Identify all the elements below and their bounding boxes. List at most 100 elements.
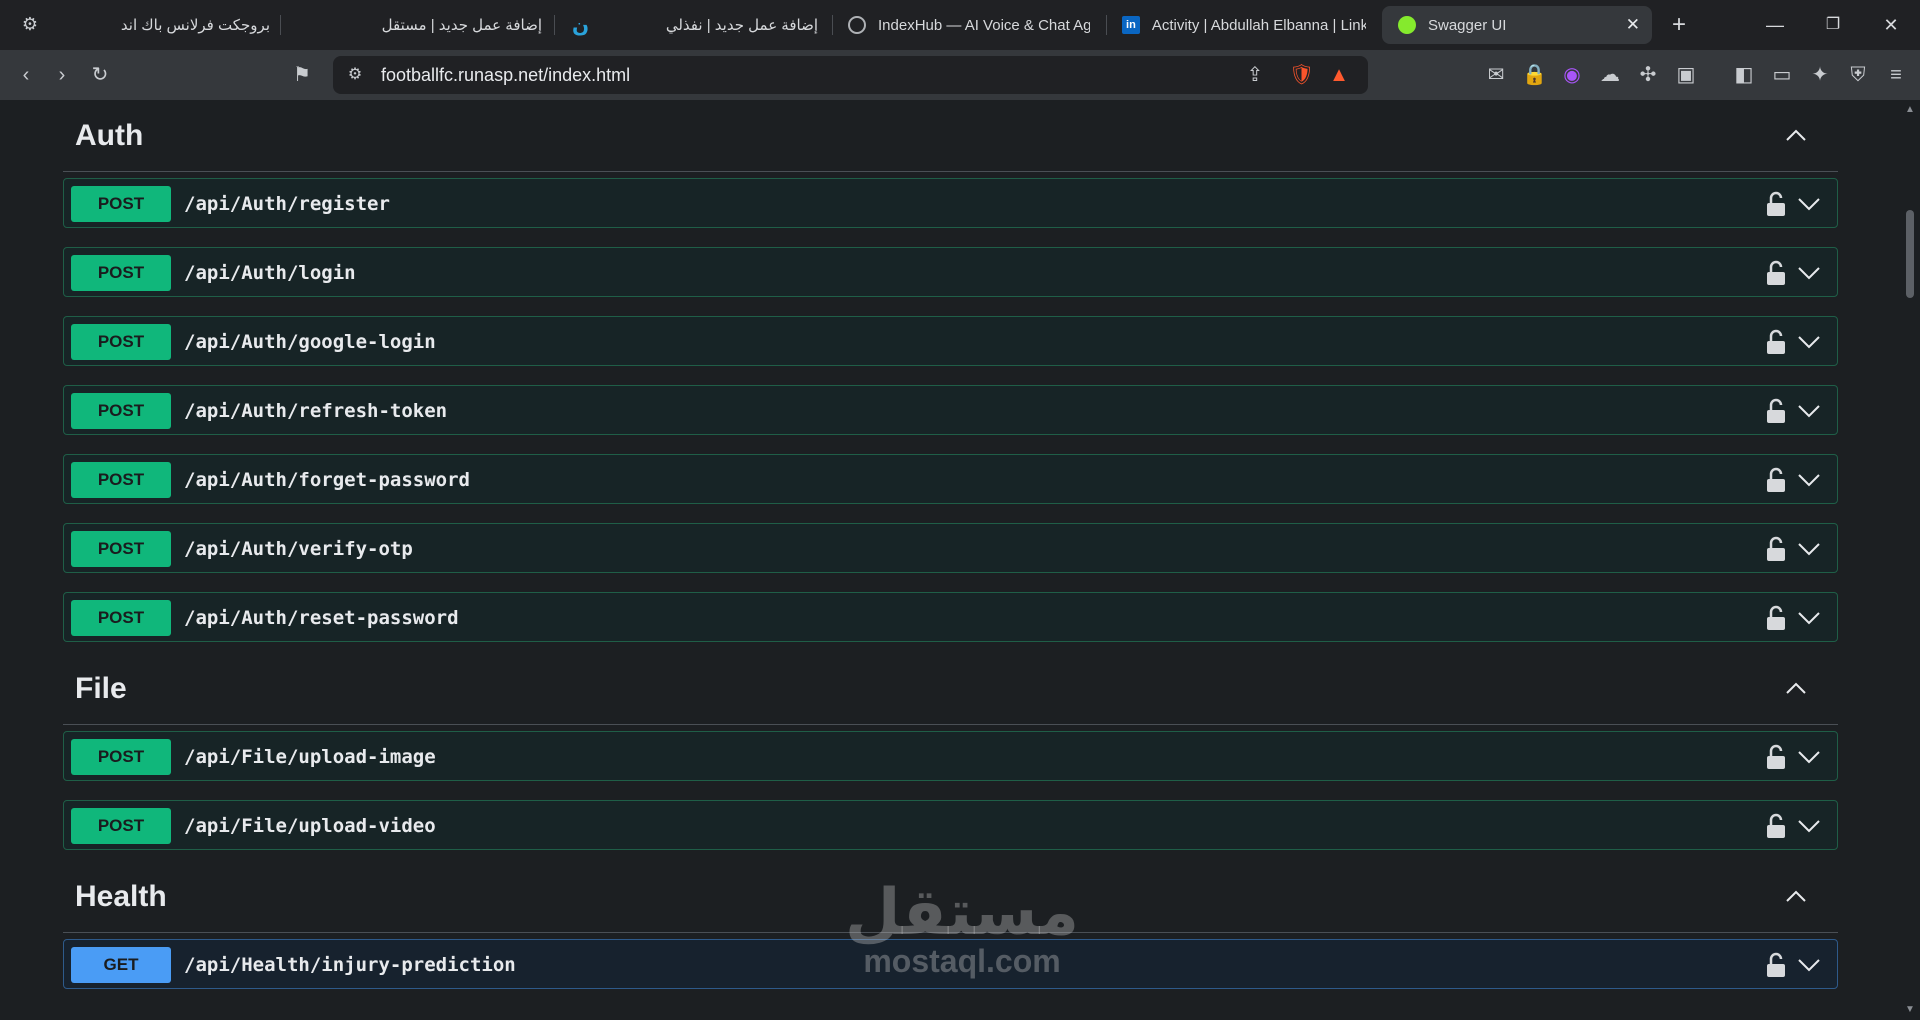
leo-ai-icon[interactable]: ✦ (1808, 63, 1832, 87)
mail-icon[interactable]: ✉ (1484, 63, 1508, 87)
chevron-down-icon[interactable] (1797, 746, 1821, 768)
chevron-down-icon[interactable] (1797, 469, 1821, 491)
unlocked-icon[interactable] (1765, 744, 1787, 770)
operation-row[interactable]: POST /api/Auth/login (63, 247, 1838, 297)
unlocked-icon[interactable] (1765, 813, 1787, 839)
operation-row[interactable]: POST /api/Auth/verify-otp (63, 523, 1838, 573)
operation-path: /api/Auth/login (184, 262, 356, 284)
scroll-down-icon[interactable]: ▼ (1904, 1004, 1916, 1015)
operation-row[interactable]: POST /api/File/upload-video (63, 800, 1838, 850)
operation-path: /api/Auth/forget-password (184, 469, 470, 491)
chevron-down-icon[interactable] (1797, 262, 1821, 284)
tab-title: إضافة عمل جديد | نفذلي (665, 17, 818, 34)
operation-path: /api/Auth/refresh-token (184, 400, 448, 422)
extension-cloud-icon[interactable]: ☁ (1598, 63, 1622, 87)
operation-path: /api/File/upload-image (184, 746, 436, 768)
unlocked-icon[interactable] (1765, 398, 1787, 424)
tab-linkedin[interactable]: in Activity | Abdullah Elbanna | Link (1122, 6, 1366, 44)
operation-row[interactable]: POST /api/Auth/register (63, 178, 1838, 228)
method-badge: POST (71, 531, 171, 567)
tab-title: Swagger UI (1428, 16, 1507, 34)
unlocked-icon[interactable] (1765, 191, 1787, 217)
tab-title: بروجكت فرلانس باك اند (120, 17, 270, 34)
chevron-down-icon[interactable] (1797, 331, 1821, 353)
chevron-up-icon[interactable] (1784, 677, 1808, 701)
forward-icon[interactable]: › (50, 63, 74, 87)
maximize-icon[interactable]: ❐ (1818, 10, 1848, 40)
tab-strip: ⚙ بروجكت فرلانس باك اند إضافة عمل جديد |… (0, 0, 1920, 50)
section-header-file[interactable]: File (63, 653, 1838, 725)
scroll-thumb[interactable] (1906, 210, 1914, 298)
operation-path: /api/Health/injury-prediction (184, 954, 516, 976)
brave-shields-icon[interactable]: 🛡 (1289, 63, 1314, 87)
brave-rewards-icon[interactable]: ▲ (1327, 63, 1351, 87)
tab-title: IndexHub — AI Voice & Chat Ag (878, 16, 1090, 34)
unlocked-icon[interactable] (1765, 260, 1787, 286)
chevron-down-icon[interactable] (1797, 815, 1821, 837)
share-icon[interactable]: ⇪ (1243, 63, 1267, 87)
back-icon[interactable]: ‹ (14, 63, 38, 87)
chevron-up-icon[interactable] (1784, 124, 1808, 148)
extensions-puzzle-icon[interactable]: ✣ (1636, 63, 1660, 87)
site-settings-icon[interactable]: ⚙ (343, 63, 367, 87)
tab-separator (832, 15, 833, 35)
method-badge: POST (71, 462, 171, 498)
operation-row[interactable]: POST /api/Auth/forget-password (63, 454, 1838, 504)
nafezly-icon: ن (572, 15, 590, 37)
operation-row[interactable]: POST /api/Auth/reset-password (63, 592, 1838, 642)
section-header-auth[interactable]: Auth (63, 100, 1838, 172)
method-badge: POST (71, 255, 171, 291)
section-title: Health (75, 880, 167, 913)
section-title: Auth (75, 119, 144, 152)
operation-row[interactable]: POST /api/Auth/refresh-token (63, 385, 1838, 435)
chevron-down-icon[interactable] (1797, 400, 1821, 422)
unlocked-icon[interactable] (1765, 329, 1787, 355)
swagger-icon (1398, 16, 1416, 34)
wallet-icon[interactable]: ▭ (1770, 63, 1794, 87)
password-lock-icon[interactable]: 🔒 (1522, 63, 1547, 87)
unlocked-icon[interactable] (1765, 952, 1787, 978)
chevron-down-icon[interactable] (1797, 607, 1821, 629)
minimize-icon[interactable]: — (1760, 10, 1790, 40)
address-bar[interactable]: ⚙ footballfc.runasp.net/index.html ⇪ 🛡 ▲ (333, 56, 1368, 94)
new-tab-icon[interactable]: + (1664, 10, 1694, 40)
tab-nafezly[interactable]: إضافة عمل جديد | نفذلي (650, 6, 818, 44)
tab-mostaql[interactable]: إضافة عمل جديد | مستقل (370, 6, 542, 44)
operation-path: /api/Auth/google-login (184, 331, 436, 353)
method-badge: POST (71, 186, 171, 222)
tab-separator (1106, 15, 1107, 35)
page-scrollbar[interactable]: ▲ ▼ (1900, 100, 1920, 1020)
openai-icon: ⚙ (21, 14, 39, 34)
operation-path: /api/Auth/register (184, 193, 390, 215)
close-window-icon[interactable]: ✕ (1876, 10, 1906, 40)
unlocked-icon[interactable] (1765, 536, 1787, 562)
tab-title: Activity | Abdullah Elbanna | Link (1151, 16, 1366, 34)
reload-icon[interactable]: ↻ (88, 63, 112, 87)
chevron-up-icon[interactable] (1784, 885, 1808, 909)
chevron-down-icon[interactable] (1797, 954, 1821, 976)
close-tab-icon[interactable]: ✕ (1626, 15, 1640, 35)
unlocked-icon[interactable] (1765, 467, 1787, 493)
chevron-down-icon[interactable] (1797, 193, 1821, 215)
menu-icon[interactable]: ≡ (1884, 63, 1908, 87)
chevron-down-icon[interactable] (1797, 538, 1821, 560)
tab-indexhub[interactable]: IndexHub — AI Voice & Chat Ag (848, 6, 1090, 44)
method-badge: POST (71, 600, 171, 636)
operation-row[interactable]: POST /api/Auth/google-login (63, 316, 1838, 366)
tab-swagger[interactable]: Swagger UI ✕ (1382, 6, 1652, 44)
method-badge: GET (71, 947, 171, 983)
operation-row[interactable]: POST /api/File/upload-image (63, 731, 1838, 781)
reader-icon[interactable]: ▣ (1674, 63, 1698, 87)
vpn-icon[interactable]: ⛨ (1846, 63, 1870, 87)
bookmark-icon[interactable]: ⚑ (290, 63, 314, 87)
scroll-up-icon[interactable]: ▲ (1904, 104, 1916, 115)
unlocked-icon[interactable] (1765, 605, 1787, 631)
operation-path: /api/File/upload-video (184, 815, 436, 837)
method-badge: POST (71, 739, 171, 775)
method-badge: POST (71, 324, 171, 360)
extension-circle-icon[interactable]: ◉ (1560, 63, 1584, 87)
sidebar-icon[interactable]: ◧ (1732, 63, 1756, 87)
operation-path: /api/Auth/verify-otp (184, 538, 413, 560)
method-badge: POST (71, 808, 171, 844)
tab-freelance-backend[interactable]: بروجكت فرلانس باك اند (110, 6, 270, 44)
